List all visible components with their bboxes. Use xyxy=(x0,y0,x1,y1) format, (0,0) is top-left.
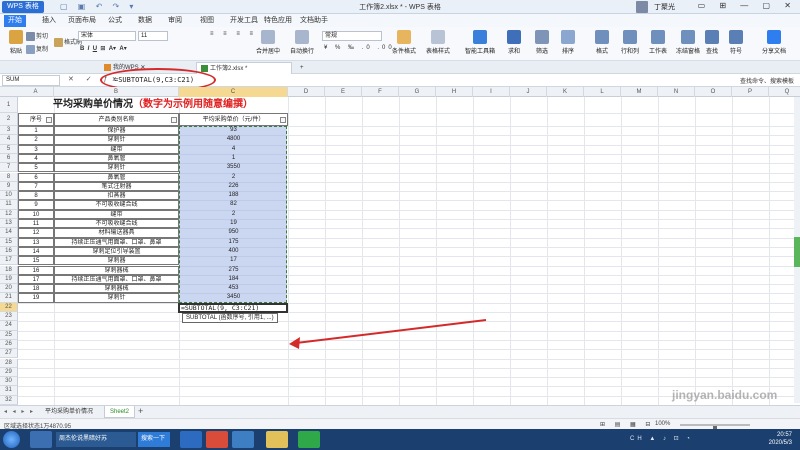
name-box[interactable]: SUM xyxy=(2,75,60,86)
bold-button[interactable]: B I U ⊞ A▾ A▾ xyxy=(80,45,127,52)
user-name[interactable]: 丁聚光 xyxy=(654,2,675,12)
table-style-button[interactable]: 表格样式 xyxy=(422,30,454,55)
conditional-format-button[interactable]: 条件格式 xyxy=(388,30,420,55)
tab-review[interactable]: 审阅 xyxy=(164,15,186,27)
tab-features[interactable]: 特色应用 xyxy=(260,15,296,27)
conditional-format-icon xyxy=(397,30,411,44)
tab-home[interactable]: 开始 xyxy=(4,15,26,27)
spreadsheet-grid[interactable]: ABCDEFGHIJKLMNOPQ 1 2 3 4 5 6 7 8 9 10 11 12 13 14 15 1… xyxy=(0,87,800,405)
taskbar-item-1[interactable]: 周杰伦说黑暗好苏 xyxy=(56,432,136,447)
table-style-icon xyxy=(431,30,445,44)
ribbon: 粘贴 剪切 复制 格式刷 宋体 11 B I U ⊞ A▾ A▾ ≡ ≡ ≡ ≡… xyxy=(0,27,800,61)
symbol-button[interactable]: 符号 xyxy=(720,30,752,55)
zoom-slider[interactable] xyxy=(680,424,750,433)
status-bar: 区域选择状态 1万4870.95 ⊞ ▤ ▦ ⊟ 100% xyxy=(0,418,800,433)
annotation-arrow xyxy=(289,319,487,349)
wrap-icon xyxy=(295,30,309,44)
start-button[interactable] xyxy=(3,431,20,448)
tab-view[interactable]: 视图 xyxy=(196,15,218,27)
tab-data[interactable]: 数据 xyxy=(134,15,156,27)
row-col-icon xyxy=(623,30,637,44)
folder-icon[interactable] xyxy=(266,431,288,448)
worksheet-icon xyxy=(651,30,665,44)
tab-insert[interactable]: 插入 xyxy=(38,15,60,27)
sheet-nav-arrows[interactable]: ◂ ◂ ▸ ▸ xyxy=(4,408,35,415)
font-size-select[interactable]: 11 xyxy=(138,31,168,41)
funnel-icon xyxy=(535,30,549,44)
sort-icon xyxy=(561,30,575,44)
baidu-icon[interactable] xyxy=(180,431,202,448)
add-sheet-button[interactable]: + xyxy=(138,406,143,416)
chrome-icon[interactable] xyxy=(206,431,228,448)
scrollbar-thumb[interactable] xyxy=(794,237,800,267)
share-icon xyxy=(767,30,781,44)
new-tab-button[interactable]: + xyxy=(296,62,308,74)
tab-developer[interactable]: 开发工具 xyxy=(226,15,262,27)
clock[interactable]: 20:57 2020/5/3 xyxy=(769,431,792,447)
copy-button[interactable]: 复制 xyxy=(26,44,48,54)
view-mode-buttons[interactable]: ⊞ ▤ ▦ ⊟ xyxy=(600,421,654,428)
vertical-scrollbar[interactable] xyxy=(794,97,800,403)
sheet-tab-2[interactable]: Sheet2 xyxy=(104,406,136,418)
number-format-buttons[interactable]: ¥ % ‰ .0 .00 xyxy=(324,45,395,51)
title-bar: WPS 表格 ▢ ▣ ↶ ↷ ▾ 工作簿2.xlsx * - WPS 表格 丁聚… xyxy=(0,0,800,14)
cut-button[interactable]: 剪切 xyxy=(26,31,48,41)
tab-page-layout[interactable]: 页面布局 xyxy=(64,15,100,27)
paste-icon xyxy=(9,30,23,44)
watermark: jingyan.baidu.com xyxy=(672,388,778,402)
spreadsheet-icon xyxy=(201,64,208,72)
format-icon xyxy=(595,30,609,44)
window-controls[interactable]: ▭ ⊞ — ▢ ✕ xyxy=(698,1,797,10)
wps-spreadsheet-icon[interactable] xyxy=(298,431,320,448)
tab-doc-assistant[interactable]: 文档助手 xyxy=(296,15,332,27)
worksheet-button[interactable]: 工作表 xyxy=(642,30,674,55)
merge-center-button[interactable]: 合并居中 xyxy=(252,30,284,55)
system-tray[interactable]: CH ▲ ♪ ⊡ ◔ xyxy=(630,435,693,442)
search-button[interactable]: 搜索一下 xyxy=(138,432,170,447)
smart-toolbox-button[interactable]: 智能工具箱 xyxy=(462,30,498,55)
search-commands[interactable]: 查找命令、搜索模板 xyxy=(740,76,794,85)
taskbar: 周杰伦说黑暗好苏 搜索一下 CH ▲ ♪ ⊡ ◔ 20:57 2020/5/3 xyxy=(0,429,800,450)
browser-icon[interactable] xyxy=(232,431,254,448)
brush-icon xyxy=(54,37,63,47)
menu-tabs: 开始 插入 页面布局 公式 数据 审阅 视图 开发工具 特色应用 文档助手 xyxy=(0,14,800,27)
sigma-icon xyxy=(507,30,521,44)
magnifier-icon xyxy=(705,30,719,44)
tab-formula[interactable]: 公式 xyxy=(104,15,126,27)
zoom-level[interactable]: 100% xyxy=(655,421,670,427)
scissors-icon xyxy=(26,31,35,41)
avatar[interactable] xyxy=(636,1,648,13)
sheet-tabs: ◂ ◂ ▸ ▸ 平均采购单价情况 Sheet2 + xyxy=(0,405,800,418)
wps-icon xyxy=(104,63,111,71)
share-doc-button[interactable]: 分享文档 xyxy=(754,30,794,55)
merge-icon xyxy=(261,30,275,44)
number-format-select[interactable]: 常规 xyxy=(322,31,382,41)
auto-wrap-button[interactable]: 自动换行 xyxy=(286,30,318,55)
omega-icon xyxy=(729,30,743,44)
copy-icon xyxy=(26,44,35,54)
font-name-select[interactable]: 宋体 xyxy=(78,31,136,41)
sort-button[interactable]: 排序 xyxy=(552,30,584,55)
ie-icon[interactable] xyxy=(30,431,52,448)
window-title: 工作簿2.xlsx * - WPS 表格 xyxy=(359,4,441,11)
sheet-tab-1[interactable]: 平均采购单价情况 xyxy=(40,406,98,418)
toolbox-icon xyxy=(473,30,487,44)
freeze-icon xyxy=(681,30,695,44)
doc-tab-workbook[interactable]: 工作簿2.xlsx * xyxy=(196,62,292,74)
